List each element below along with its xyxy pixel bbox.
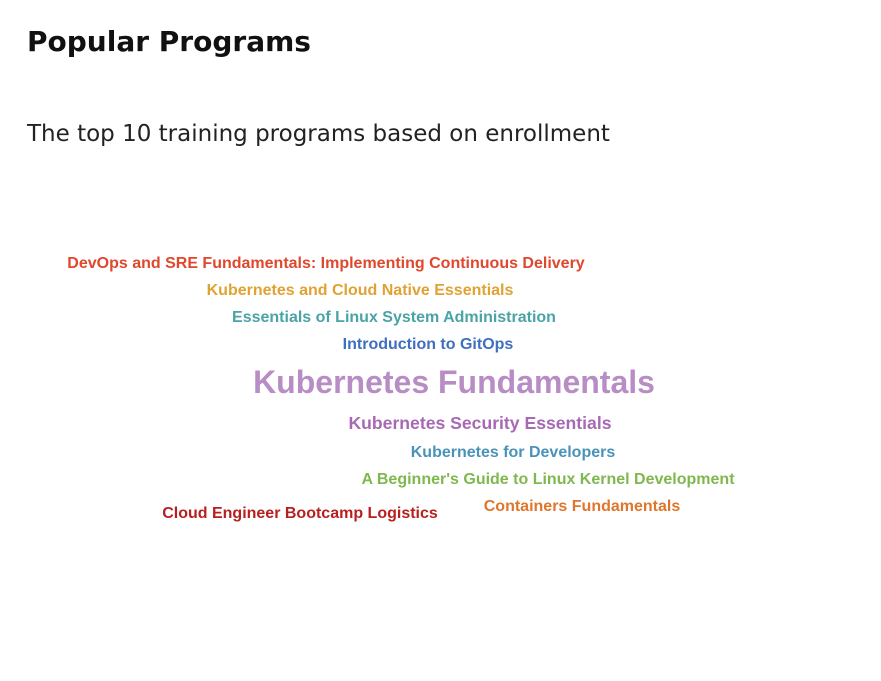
word-cloud-term: Kubernetes Fundamentals [253, 364, 655, 400]
word-cloud: Kubernetes Fundamentals DevOps and SRE Fu… [67, 255, 735, 522]
word-cloud-term: A Beginner's Guide to Linux Kernel Devel… [361, 471, 735, 488]
word-cloud-term: Kubernetes for Developers [411, 444, 616, 461]
word-cloud-term: Introduction to GitOps [343, 336, 514, 353]
word-cloud-term: Cloud Engineer Bootcamp Logistics [162, 505, 438, 522]
chart-subtitle: The top 10 training programs based on en… [27, 121, 610, 147]
word-cloud-term: Essentials of Linux System Administratio… [232, 309, 556, 326]
word-cloud-term: Kubernetes Security Essentials [348, 413, 611, 433]
word-cloud-term: Containers Fundamentals [484, 498, 681, 515]
word-cloud-term: Kubernetes and Cloud Native Essentials [207, 282, 514, 299]
word-cloud-term: DevOps and SRE Fundamentals: Implementin… [67, 255, 585, 272]
chart-title: Popular Programs [27, 25, 311, 58]
